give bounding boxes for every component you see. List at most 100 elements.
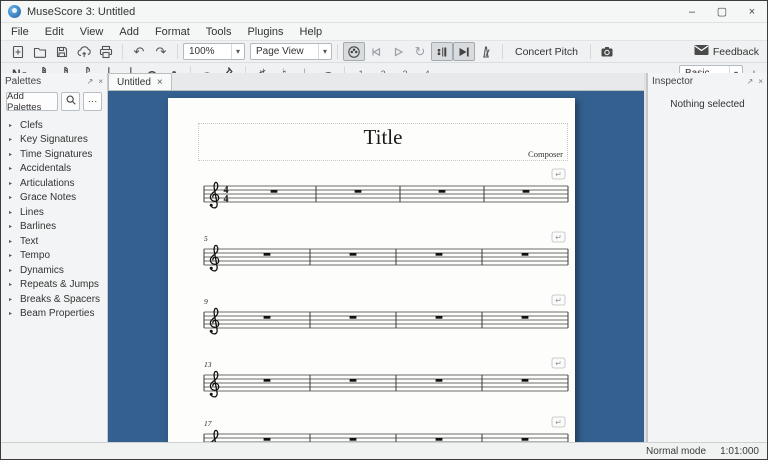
maximize-button[interactable]: ▢	[707, 1, 737, 22]
whole-rest[interactable]	[349, 253, 357, 256]
whole-rest[interactable]	[263, 253, 271, 256]
menu-item-add[interactable]: Add	[111, 26, 147, 38]
whole-rest[interactable]	[435, 438, 443, 441]
menu-item-edit[interactable]: Edit	[37, 26, 72, 38]
system-break-marker[interactable]: ↵	[551, 416, 566, 428]
menu-item-file[interactable]: File	[3, 26, 37, 38]
expand-arrow-icon[interactable]: ▸	[9, 151, 20, 158]
palettes-more-button[interactable]: ···	[83, 92, 102, 111]
whole-rest[interactable]	[263, 316, 271, 319]
expand-arrow-icon[interactable]: ▸	[9, 180, 20, 187]
system-break-marker[interactable]: ↵	[551, 294, 566, 306]
close-button[interactable]: ×	[737, 1, 767, 22]
score-system-2[interactable]: 5 ↵	[168, 227, 575, 277]
whole-rest[interactable]	[349, 316, 357, 319]
pan-score-toggle[interactable]	[453, 42, 475, 61]
close-panel-icon[interactable]: ×	[98, 77, 103, 86]
palette-item-barlines[interactable]: ▸ Barlines	[1, 220, 107, 235]
whole-rest[interactable]	[263, 438, 271, 441]
palette-item-lines[interactable]: ▸ Lines	[1, 205, 107, 220]
minimize-button[interactable]: –	[677, 1, 707, 22]
tab-untitled[interactable]: Untitled ×	[108, 73, 172, 90]
palette-item-beam-properties[interactable]: ▸ Beam Properties	[1, 307, 107, 322]
midi-input-toggle[interactable]	[343, 42, 365, 61]
score-system-1[interactable]: 44↵	[168, 164, 575, 214]
menu-item-help[interactable]: Help	[292, 26, 331, 38]
float-panel-icon[interactable]: ↗	[747, 77, 754, 86]
expand-arrow-icon[interactable]: ▸	[9, 209, 20, 216]
expand-arrow-icon[interactable]: ▸	[9, 310, 20, 317]
tab-close-icon[interactable]: ×	[157, 77, 163, 88]
expand-arrow-icon[interactable]: ▸	[9, 194, 20, 201]
palette-item-tempo[interactable]: ▸ Tempo	[1, 249, 107, 264]
rewind-button[interactable]	[365, 42, 387, 61]
whole-rest[interactable]	[349, 438, 357, 441]
whole-rest[interactable]	[435, 316, 443, 319]
score-system-5[interactable]: 17 ↵	[168, 412, 575, 442]
expand-arrow-icon[interactable]: ▸	[9, 281, 20, 288]
system-break-marker[interactable]: ↵	[551, 231, 566, 243]
add-palettes-button[interactable]: Add Palettes	[6, 91, 58, 113]
redo-button[interactable]: ↷	[150, 42, 172, 61]
whole-rest[interactable]	[435, 379, 443, 382]
whole-rest[interactable]	[521, 438, 529, 441]
undo-button[interactable]: ↶	[128, 42, 150, 61]
whole-rest[interactable]	[521, 316, 529, 319]
whole-rest[interactable]	[435, 253, 443, 256]
whole-rest[interactable]	[522, 190, 530, 193]
float-panel-icon[interactable]: ↗	[87, 77, 94, 86]
score-system-3[interactable]: 9 ↵	[168, 290, 575, 340]
menu-item-format[interactable]: Format	[147, 26, 198, 38]
system-break-marker[interactable]: ↵	[551, 168, 566, 180]
title-frame[interactable]: Title Composer	[198, 123, 568, 161]
whole-rest[interactable]	[354, 190, 362, 193]
palette-item-breaks-spacers[interactable]: ▸ Breaks & Spacers	[1, 292, 107, 307]
palette-item-accidentals[interactable]: ▸ Accidentals	[1, 162, 107, 177]
expand-arrow-icon[interactable]: ▸	[9, 252, 20, 259]
feedback-button[interactable]: Feedback	[694, 44, 761, 59]
system-break-marker[interactable]: ↵	[551, 357, 566, 369]
metronome-toggle[interactable]	[475, 42, 497, 61]
view-mode-select[interactable]: Page View ▾	[250, 43, 332, 60]
whole-rest[interactable]	[521, 379, 529, 382]
expand-arrow-icon[interactable]: ▸	[9, 223, 20, 230]
save-online-button[interactable]	[73, 42, 95, 61]
image-capture-button[interactable]	[596, 42, 618, 61]
whole-rest[interactable]	[349, 379, 357, 382]
new-score-button[interactable]	[7, 42, 29, 61]
palette-item-dynamics[interactable]: ▸ Dynamics	[1, 263, 107, 278]
open-file-button[interactable]	[29, 42, 51, 61]
play-repeats-toggle[interactable]	[431, 42, 453, 61]
menu-item-tools[interactable]: Tools	[198, 26, 240, 38]
whole-rest[interactable]	[521, 253, 529, 256]
score-title[interactable]: Title	[199, 125, 567, 150]
expand-arrow-icon[interactable]: ▸	[9, 267, 20, 274]
score-composer[interactable]: Composer	[528, 149, 563, 159]
palette-item-time-signatures[interactable]: ▸ Time Signatures	[1, 147, 107, 162]
whole-rest[interactable]	[263, 379, 271, 382]
score-page[interactable]: Title Composer 4 4 ↵ 5 ↵ 9 ↵ 13 ↵ 17 ↵	[168, 98, 575, 442]
zoom-select[interactable]: 100% ▾	[183, 43, 245, 60]
menu-item-view[interactable]: View	[72, 26, 112, 38]
print-button[interactable]	[95, 42, 117, 61]
close-panel-icon[interactable]: ×	[758, 77, 763, 86]
treble-clef[interactable]	[210, 429, 219, 442]
palette-item-key-signatures[interactable]: ▸ Key Signatures	[1, 133, 107, 148]
loop-playback-button[interactable]: ↻	[409, 42, 431, 61]
expand-arrow-icon[interactable]: ▸	[9, 296, 20, 303]
palette-item-articulations[interactable]: ▸ Articulations	[1, 176, 107, 191]
expand-arrow-icon[interactable]: ▸	[9, 238, 20, 245]
play-button[interactable]	[387, 42, 409, 61]
whole-rest[interactable]	[270, 190, 278, 193]
expand-arrow-icon[interactable]: ▸	[9, 165, 20, 172]
whole-rest[interactable]	[438, 190, 446, 193]
palette-item-repeats-jumps[interactable]: ▸ Repeats & Jumps	[1, 278, 107, 293]
expand-arrow-icon[interactable]: ▸	[9, 122, 20, 129]
search-palettes-button[interactable]	[61, 92, 80, 111]
score-canvas[interactable]: Title Composer 4 4 ↵ 5 ↵ 9 ↵ 13 ↵ 17 ↵	[108, 91, 644, 442]
palette-item-text[interactable]: ▸ Text	[1, 234, 107, 249]
concert-pitch-toggle[interactable]: Concert Pitch	[508, 42, 585, 61]
save-button[interactable]	[51, 42, 73, 61]
expand-arrow-icon[interactable]: ▸	[9, 136, 20, 143]
time-signature-denominator[interactable]: 4	[224, 194, 229, 205]
